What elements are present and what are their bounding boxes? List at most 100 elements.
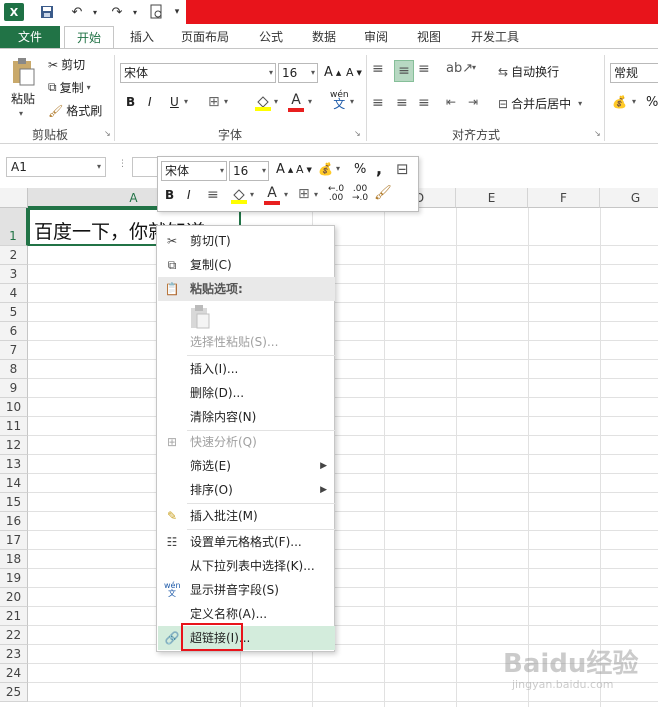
menu-item-cut[interactable]: ✂ 剪切(T) — [158, 229, 335, 253]
row-header[interactable]: 25 — [0, 683, 28, 702]
mini-font-color-dropdown-icon[interactable]: ▾ — [284, 190, 288, 199]
mini-bold-icon[interactable]: B — [165, 188, 174, 202]
row-header[interactable]: 1 — [0, 208, 28, 246]
align-right-icon[interactable]: ≡ — [418, 95, 430, 111]
menu-item-quick-analysis[interactable]: ⊞ 快速分析(Q) — [158, 430, 335, 454]
font-size-combo[interactable]: 16 ▾ — [278, 63, 318, 83]
undo-dropdown-icon[interactable]: ▾ — [86, 3, 104, 21]
orientation-icon[interactable]: ab↗ — [446, 61, 473, 76]
row-header[interactable]: 11 — [0, 417, 28, 436]
row-header[interactable]: 22 — [0, 626, 28, 645]
menu-item-paste-special[interactable]: 选择性粘贴(S)... — [158, 330, 335, 354]
font-name-combo[interactable]: 宋体 ▾ — [120, 63, 276, 83]
redo-dropdown-icon[interactable]: ▾ — [126, 3, 144, 21]
mini-borders-icon[interactable]: ⊞ — [298, 186, 310, 202]
copy-dropdown-icon[interactable]: ▾ — [87, 83, 91, 92]
row-header[interactable]: 15 — [0, 493, 28, 512]
italic-icon[interactable]: I — [148, 95, 152, 109]
accounting-format-icon[interactable]: 💰 — [612, 95, 627, 109]
accounting-dropdown-icon[interactable]: ▾ — [632, 97, 636, 106]
menu-item-delete[interactable]: 删除(D)... — [158, 381, 335, 405]
copy-button[interactable]: ⧉ 复制 ▾ — [48, 79, 91, 96]
row-header[interactable]: 12 — [0, 436, 28, 455]
row-header[interactable]: 17 — [0, 531, 28, 550]
paste-dropdown-icon[interactable]: ▾ — [19, 109, 23, 118]
mini-format-painter-icon[interactable]: 🖌 — [374, 185, 392, 201]
column-header-f[interactable]: F — [528, 188, 600, 208]
phonetic-dropdown-icon[interactable]: ▾ — [350, 97, 354, 106]
mini-shrink-font-icon[interactable]: A ▼ — [296, 163, 312, 176]
mini-increase-decimal-icon[interactable]: ←.0.00 — [328, 185, 344, 203]
mini-align-center-icon[interactable]: ≡ — [207, 187, 219, 203]
tab-insert[interactable]: 插入 — [120, 26, 164, 48]
menu-item-copy[interactable]: ⧉ 复制(C) — [158, 253, 335, 277]
font-color-dropdown-icon[interactable]: ▾ — [308, 97, 312, 106]
row-header[interactable]: 21 — [0, 607, 28, 626]
mini-comma-icon[interactable]: , — [376, 159, 382, 178]
fill-color-icon[interactable] — [254, 93, 272, 111]
mini-grow-font-icon[interactable]: A ▲ — [276, 162, 293, 177]
mini-accounting-icon[interactable]: 💰 — [318, 162, 333, 176]
formula-input[interactable] — [132, 157, 158, 177]
menu-item-sort[interactable]: 排序(O) ▶ — [158, 478, 335, 502]
mini-font-color-icon[interactable]: A — [264, 185, 280, 205]
redo-icon[interactable]: ↷ — [108, 3, 126, 21]
merge-center-button[interactable]: ⊟ 合并后居中 ▾ — [498, 95, 582, 112]
row-header[interactable]: 18 — [0, 550, 28, 569]
phonetic-guide-icon[interactable]: wén 文 — [330, 91, 349, 111]
name-box[interactable]: A1 ▾ — [6, 157, 106, 177]
customize-toolbar-icon[interactable]: ▾ — [168, 3, 186, 21]
paste-option-button[interactable] — [189, 304, 211, 330]
tab-view[interactable]: 视图 — [406, 26, 452, 48]
menu-item-pick-from-list[interactable]: 从下拉列表中选择(K)... — [158, 554, 335, 578]
decrease-indent-icon[interactable]: ⇤ — [446, 95, 456, 109]
mini-merge-icon[interactable]: ⊟ — [396, 160, 409, 178]
row-header[interactable]: 9 — [0, 379, 28, 398]
underline-icon[interactable]: U — [170, 95, 179, 109]
save-icon[interactable] — [38, 3, 56, 21]
tab-developer[interactable]: 开发工具 — [462, 26, 528, 48]
menu-item-insert[interactable]: 插入(I)... — [158, 357, 335, 381]
row-header[interactable]: 14 — [0, 474, 28, 493]
align-center-icon[interactable]: ≡ — [396, 95, 408, 111]
underline-dropdown-icon[interactable]: ▾ — [184, 97, 188, 106]
borders-icon[interactable]: ⊞ — [208, 94, 220, 110]
font-color-icon[interactable]: A — [288, 92, 304, 112]
row-header[interactable]: 7 — [0, 341, 28, 360]
align-left-icon[interactable]: ≡ — [372, 95, 384, 111]
row-header[interactable]: 20 — [0, 588, 28, 607]
align-middle-icon[interactable]: ≡ — [394, 60, 414, 82]
column-header-e[interactable]: E — [456, 188, 528, 208]
print-preview-icon[interactable] — [148, 3, 166, 21]
row-header[interactable]: 4 — [0, 284, 28, 303]
row-header[interactable]: 13 — [0, 455, 28, 474]
menu-item-clear-contents[interactable]: 清除内容(N) — [158, 405, 335, 429]
mini-borders-dropdown-icon[interactable]: ▾ — [314, 190, 318, 199]
menu-item-insert-comment[interactable]: ✎ 插入批注(M) — [158, 504, 335, 528]
font-launcher-icon[interactable]: ↘ — [354, 129, 361, 138]
merge-dropdown-icon[interactable]: ▾ — [578, 99, 582, 108]
undo-icon[interactable]: ↶ — [68, 3, 86, 21]
grow-font-icon[interactable]: A ▲ — [324, 65, 341, 80]
row-header[interactable]: 6 — [0, 322, 28, 341]
row-header[interactable]: 23 — [0, 645, 28, 664]
row-header[interactable]: 2 — [0, 246, 28, 265]
menu-item-filter[interactable]: 筛选(E) ▶ — [158, 454, 335, 478]
row-header[interactable]: 8 — [0, 360, 28, 379]
mini-fill-color-icon[interactable] — [230, 186, 248, 204]
clipboard-launcher-icon[interactable]: ↘ — [104, 129, 111, 138]
mini-percent-icon[interactable]: % — [354, 162, 366, 177]
paste-button[interactable]: 粘贴 — [10, 57, 36, 107]
align-bottom-icon[interactable]: ≡ — [418, 61, 430, 77]
mini-accounting-dropdown-icon[interactable]: ▾ — [336, 164, 340, 173]
row-header[interactable]: 16 — [0, 512, 28, 531]
orientation-dropdown-icon[interactable]: ▾ — [472, 63, 476, 72]
cut-button[interactable]: ✂ 剪切 — [48, 56, 85, 73]
select-all-corner[interactable] — [0, 188, 28, 208]
menu-item-format-cells[interactable]: ☷ 设置单元格格式(F)... — [158, 530, 335, 554]
tab-review[interactable]: 审阅 — [354, 26, 398, 48]
tab-page-layout[interactable]: 页面布局 — [172, 26, 238, 48]
borders-dropdown-icon[interactable]: ▾ — [224, 97, 228, 106]
mini-size-combo[interactable]: 16 ▾ — [229, 161, 269, 181]
tab-file[interactable]: 文件 — [0, 26, 60, 48]
